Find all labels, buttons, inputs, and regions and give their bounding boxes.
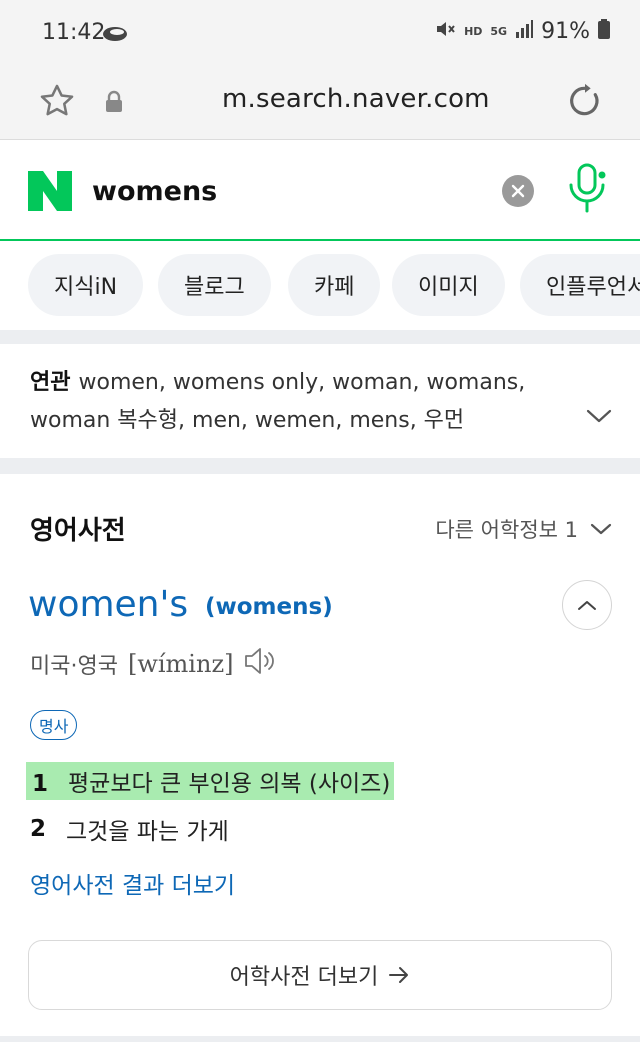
bookmark-star-icon[interactable] (38, 82, 76, 124)
search-input[interactable] (92, 169, 472, 213)
reload-icon[interactable] (566, 82, 604, 124)
mute-icon (434, 18, 456, 44)
section-divider (0, 1036, 640, 1042)
dictionary-more-results-link[interactable]: 영어사전 결과 더보기 (30, 866, 235, 900)
pronunciation-ipa: [wíminz] (127, 650, 234, 678)
tab-influencer[interactable]: 인플루언서 (520, 254, 640, 316)
meaning-text: 평균보다 큰 부인용 의복 (사이즈) (68, 771, 391, 797)
pronunciation-row: 미국·영국 [wíminz] (30, 646, 277, 682)
signal-icon (515, 20, 534, 42)
search-category-tabs: 지식iN 블로그 카페 이미지 인플루언서 (0, 242, 640, 330)
related-label: 연관 (30, 370, 71, 395)
vocab-dictionary-more-button[interactable]: 어학사전 더보기 (28, 940, 612, 1010)
meaning-item: 1 평균보다 큰 부인용 의복 (사이즈) (26, 762, 395, 800)
part-of-speech-badge: 명사 (30, 710, 78, 740)
section-divider (0, 330, 640, 344)
cloud-icon (102, 24, 128, 46)
chevron-down-icon (590, 523, 612, 535)
browser-url-bar: m.search.naver.com (0, 68, 640, 140)
meaning-item: 2 그것을 파는 가게 (30, 812, 229, 846)
status-bar: 11:42 HD 5G 91% (0, 0, 640, 68)
battery-level: 91% (541, 18, 590, 44)
other-info-label: 다른 어학정보 1 (435, 518, 578, 542)
tab-images[interactable]: 이미지 (392, 254, 505, 316)
english-dictionary-section: 영어사전 다른 어학정보 1 women's (womens) 미국·영국 [w… (0, 474, 640, 1042)
network-5g-icon: 5G (490, 24, 508, 38)
tab-knowledge-in[interactable]: 지식iN (28, 254, 144, 316)
hd-voice-icon: HD (464, 24, 483, 38)
collapse-entry-button[interactable] (562, 580, 612, 630)
voice-search-button[interactable] (564, 163, 610, 219)
status-indicators: HD 5G 91% (434, 18, 610, 44)
highlighted-meaning: 1 평균보다 큰 부인용 의복 (사이즈) (26, 762, 395, 800)
chevron-up-icon (578, 601, 596, 610)
status-time: 11:42 (42, 20, 106, 45)
clear-search-button[interactable] (502, 175, 534, 207)
lock-icon[interactable] (104, 90, 124, 118)
arrow-right-icon (389, 967, 409, 983)
pronunciation-region: 미국·영국 (30, 654, 118, 679)
microphone-icon (569, 163, 606, 213)
naver-logo[interactable] (28, 171, 72, 211)
headword[interactable]: women's (28, 584, 188, 625)
tab-cafe[interactable]: 카페 (288, 254, 381, 316)
related-terms-list: women, womens only, woman, womans, woman… (30, 370, 526, 433)
url-text[interactable]: m.search.naver.com (222, 84, 490, 114)
other-language-info-button[interactable]: 다른 어학정보 1 (435, 514, 612, 544)
section-divider (0, 458, 640, 474)
search-header (0, 141, 640, 241)
battery-icon (598, 19, 610, 43)
dictionary-title: 영어사전 (30, 516, 126, 546)
related-searches: 연관 women, womens only, woman, womans, wom… (0, 344, 640, 458)
close-icon (511, 184, 525, 198)
speaker-icon[interactable] (243, 646, 277, 682)
tab-blog[interactable]: 블로그 (158, 254, 271, 316)
chevron-down-icon[interactable] (586, 408, 612, 428)
related-terms[interactable]: 연관 women, womens only, woman, womans, wom… (30, 364, 590, 440)
vocab-more-label: 어학사전 더보기 (229, 965, 379, 990)
meaning-text: 그것을 파는 가게 (66, 819, 229, 845)
meaning-number: 1 (32, 771, 49, 797)
meaning-number: 2 (30, 816, 47, 842)
headword-alternate: (womens) (205, 594, 333, 620)
